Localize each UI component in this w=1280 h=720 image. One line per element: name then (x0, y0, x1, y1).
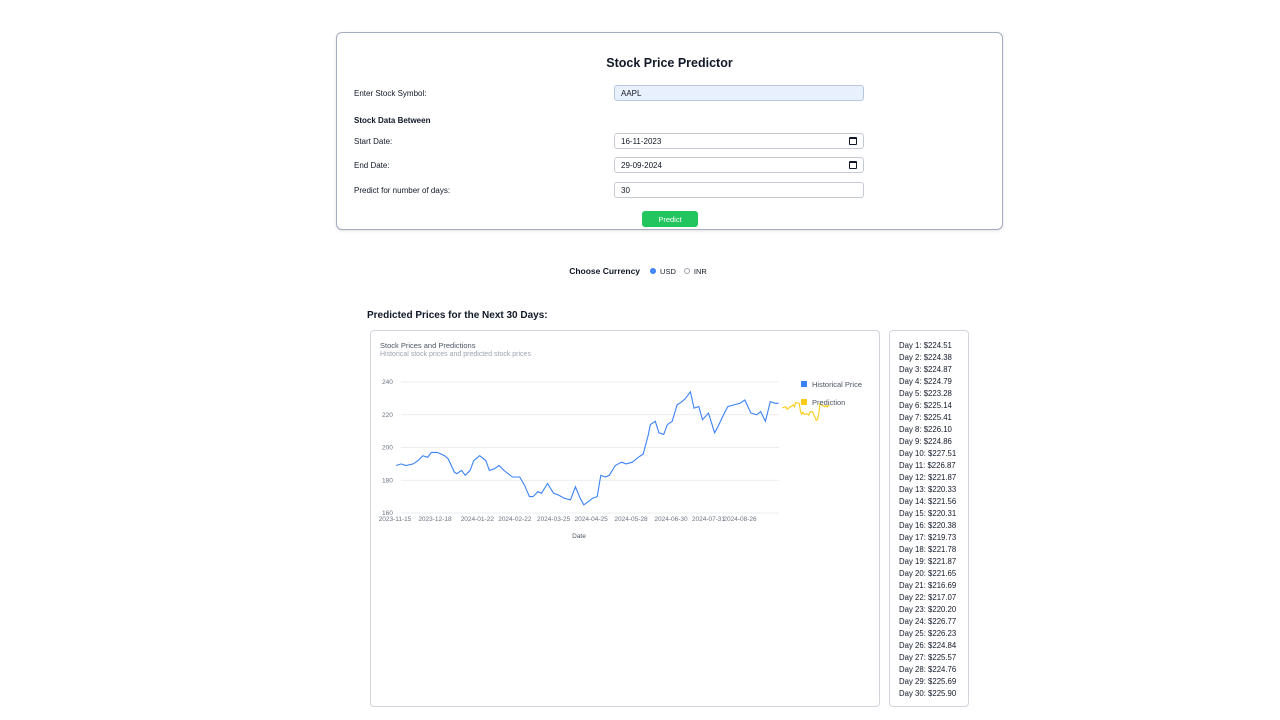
radio-inr[interactable] (683, 268, 690, 274)
x-tick-label: 2024-08-26 (723, 516, 757, 523)
x-tick-label: 2024-01-22 (461, 516, 495, 523)
results-title: Predicted Prices for the Next 30 Days: (367, 310, 548, 321)
y-tick-label: 220 (382, 412, 393, 419)
historical-price-line (396, 390, 779, 506)
currency-selector: Choose Currency USD INR (0, 266, 1280, 276)
prediction-item: Day 23: $220.20 (899, 605, 957, 614)
start-date-field[interactable]: 16-11-2023 (614, 133, 864, 149)
prediction-item: Day 27: $225.57 (899, 653, 957, 662)
y-tick-label: 240 (382, 379, 393, 386)
end-date-field[interactable]: 29-09-2024 (614, 157, 864, 173)
prediction-item: Day 20: $221.65 (899, 569, 957, 578)
chart-card: Stock Prices and Predictions Historical … (370, 330, 880, 707)
symbol-label: Enter Stock Symbol: (354, 89, 427, 98)
prediction-item: Day 5: $223.28 (899, 389, 952, 398)
date-range-label: Stock Data Between (354, 116, 431, 125)
radio-usd[interactable] (650, 268, 657, 274)
predictions-panel: Day 1: $224.51 Day 2: $224.38 Day 3: $224.… (889, 330, 969, 707)
prediction-item: Day 26: $224.84 (899, 641, 957, 650)
prediction-item: Day 18: $221.78 (899, 545, 957, 554)
x-tick-label: 2023-11-15 (379, 516, 412, 523)
days-label: Predict for number of days: (354, 186, 451, 195)
days-field[interactable] (614, 182, 864, 198)
prediction-item: Day 19: $221.87 (899, 557, 957, 566)
legend-historical-label: Historical Price (812, 380, 862, 389)
end-date-value: 29-09-2024 (621, 160, 662, 170)
x-tick-label: 2024-03-25 (537, 516, 571, 523)
legend-historical-swatch (801, 381, 807, 387)
line-chart: 1601802002202402023-11-15 2023-12-18 2024-… (379, 379, 862, 540)
prediction-item: Day 22: $217.07 (899, 593, 957, 602)
radio-inr-label[interactable]: INR (694, 267, 707, 276)
predictor-form-card: Stock Price Predictor Enter Stock Symbol… (336, 32, 1003, 230)
prediction-item: Day 11: $226.87 (899, 461, 956, 470)
predictions-list: Day 1: $224.51 Day 2: $224.38 Day 3: $224.… (890, 331, 968, 700)
legend-prediction-swatch (801, 399, 807, 405)
y-tick-label: 200 (382, 445, 393, 452)
x-tick-label: 2024-06-30 (654, 516, 688, 523)
end-date-label: End Date: (354, 161, 390, 170)
prediction-item: Day 12: $221.87 (899, 473, 957, 482)
prediction-item: Day 8: $226.10 (899, 425, 952, 434)
calendar-icon[interactable] (849, 137, 857, 145)
radio-usd-label[interactable]: USD (660, 267, 676, 276)
prediction-item: Day 6: $225.14 (899, 401, 952, 410)
calendar-icon[interactable] (849, 161, 857, 169)
legend-prediction-label: Prediction (812, 398, 845, 407)
prediction-item: Day 3: $224.87 (899, 365, 952, 374)
form-title: Stock Price Predictor (606, 56, 733, 70)
x-tick-label: 2024-04-25 (574, 516, 608, 523)
prediction-item: Day 28: $224.76 (899, 665, 957, 674)
prediction-item: Day 30: $225.90 (899, 689, 957, 698)
prediction-item: Day 25: $226.23 (899, 629, 957, 638)
currency-label: Choose Currency (569, 266, 641, 276)
prediction-item: Day 17: $219.73 (899, 533, 957, 542)
prediction-item: Day 24: $226.77 (899, 617, 957, 626)
symbol-field[interactable] (614, 85, 864, 101)
x-tick-label: 2023-12-18 (418, 516, 452, 523)
x-tick-label: 2024-07-31 (692, 516, 726, 523)
x-axis-label: Date (572, 533, 586, 540)
prediction-item: Day 4: $224.79 (899, 377, 952, 386)
prediction-item: Day 9: $224.86 (899, 437, 952, 446)
predict-button[interactable]: Predict (642, 211, 698, 227)
x-tick-label: 2024-02-22 (498, 516, 532, 523)
start-date-label: Start Date: (354, 137, 393, 146)
x-tick-label: 2024-05-28 (614, 516, 648, 523)
prediction-item: Day 13: $220.33 (899, 485, 957, 494)
symbol-input[interactable] (621, 88, 857, 98)
days-input[interactable] (621, 185, 857, 195)
prediction-item: Day 2: $224.38 (899, 353, 952, 362)
prediction-item: Day 29: $225.69 (899, 677, 957, 686)
prediction-item: Day 16: $220.38 (899, 521, 957, 530)
y-tick-label: 180 (382, 477, 393, 484)
prediction-item: Day 7: $225.41 (899, 413, 952, 422)
prediction-item: Day 10: $227.51 (899, 449, 957, 458)
prediction-item: Day 21: $216.69 (899, 581, 957, 590)
prediction-item: Day 15: $220.31 (899, 509, 957, 518)
prediction-item: Day 1: $224.51 (899, 341, 952, 350)
prediction-item: Day 14: $221.56 (899, 497, 957, 506)
start-date-value: 16-11-2023 (621, 136, 662, 146)
